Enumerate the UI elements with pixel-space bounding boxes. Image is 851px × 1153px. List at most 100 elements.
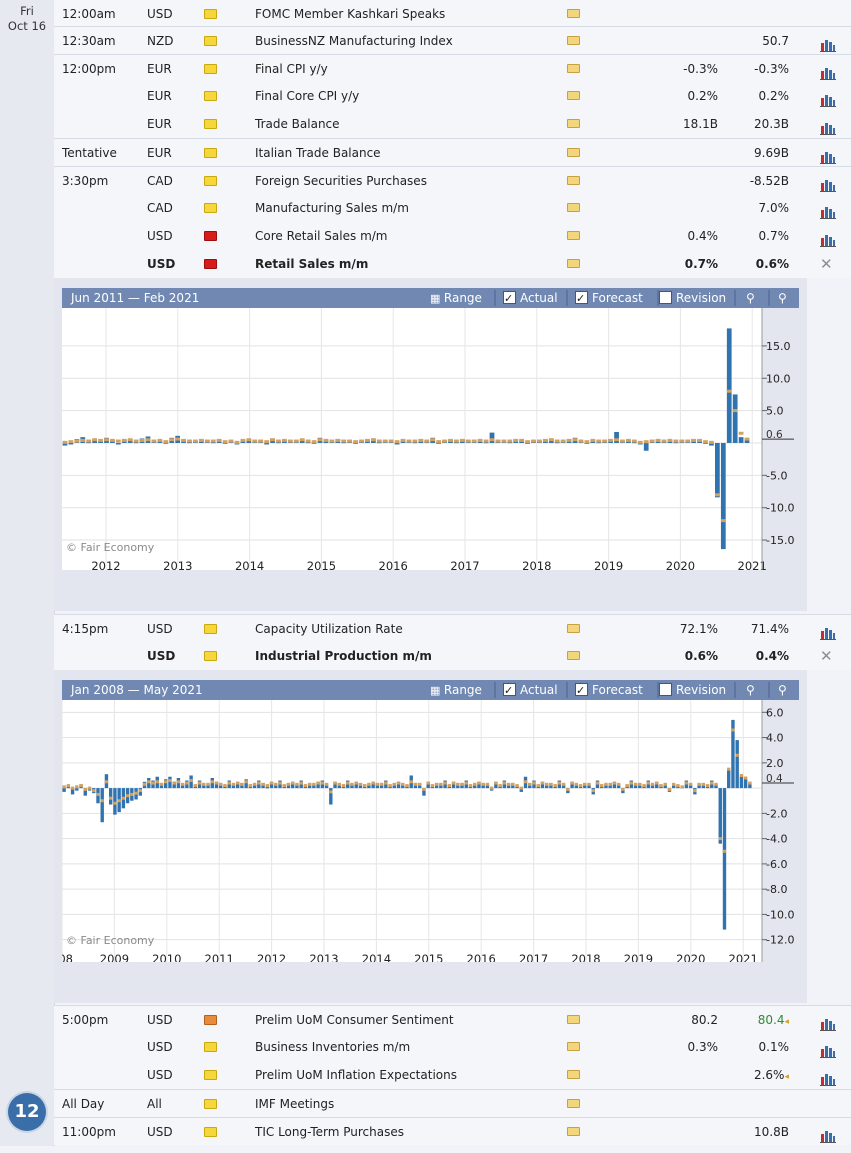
graph-icon[interactable] [820,146,836,164]
event-title[interactable]: IMF Meetings [255,1090,585,1118]
event-title[interactable]: Core Retail Sales m/m [255,222,585,250]
graph-icon[interactable] [820,1068,836,1086]
event-title[interactable]: Prelim UoM Inflation Expectations [255,1061,585,1089]
detail-folder-icon[interactable] [567,36,580,45]
event-title[interactable]: Capacity Utilization Rate [255,615,585,643]
detail-folder-icon[interactable] [567,203,580,212]
graph-icon[interactable] [820,174,836,192]
detail-folder-icon[interactable] [567,1127,580,1136]
event-row[interactable]: USD Business Inventories m/m 0.3% 0.1% [54,1033,851,1061]
impact-folder-icon[interactable] [204,1042,217,1052]
graph-icon[interactable] [820,201,836,219]
event-row[interactable]: EUR Final Core CPI y/y 0.2% 0.2% [54,82,851,110]
event-row[interactable]: 12:30am NZD BusinessNZ Manufacturing Index… [54,26,851,54]
event-row[interactable]: USD Retail Sales m/m 0.7% 0.6% ✕ [54,250,851,278]
detail-folder-icon[interactable] [567,1099,580,1108]
event-title[interactable]: Final CPI y/y [255,55,585,83]
checkbox[interactable] [659,291,672,304]
event-title[interactable]: Prelim UoM Consumer Sentiment [255,1006,585,1034]
zoom-out-icon[interactable]: ⚲ [778,288,787,308]
event-row[interactable]: USD Prelim UoM Inflation Expectations 2.6%… [54,1061,851,1089]
graph-icon[interactable] [820,89,836,107]
detail-folder-icon[interactable] [567,176,580,185]
chart-plot[interactable]: 2012 2013 2014 2015 2016 2017 2018 2019 2020 2021… [62,308,799,570]
chart-plot[interactable]: 008 2009 2010 2011 2012 2013 2014 2015 2016 2017 2… [62,700,799,962]
forecast-toggle[interactable]: Forecast [575,680,643,701]
zoom-in-icon[interactable]: ⚲ [746,288,755,308]
detail-folder-icon[interactable] [567,148,580,157]
graph-icon[interactable] [820,1040,836,1058]
zoom-out-icon[interactable]: ⚲ [778,680,787,700]
event-title[interactable]: Foreign Securities Purchases [255,167,585,195]
impact-folder-icon[interactable] [204,1070,217,1080]
checkbox[interactable] [575,289,588,309]
impact-folder-icon[interactable] [204,148,217,158]
detail-folder-icon[interactable] [567,91,580,100]
graph-icon[interactable] [820,62,836,80]
zoom-in-icon[interactable]: ⚲ [746,680,755,700]
checkbox[interactable] [575,681,588,701]
event-title[interactable]: Industrial Production m/m [255,642,585,670]
impact-folder-icon[interactable] [204,91,217,101]
detail-folder-icon[interactable] [567,651,580,660]
detail-folder-icon[interactable] [567,1042,580,1051]
impact-folder-icon[interactable] [204,36,217,46]
impact-folder-icon[interactable] [204,176,217,186]
impact-folder-icon[interactable] [204,624,217,634]
event-row[interactable]: Tentative EUR Italian Trade Balance 9.69B [54,138,851,166]
impact-folder-icon[interactable] [204,64,217,74]
event-row[interactable]: USD Industrial Production m/m 0.6% 0.4% ✕ [54,642,851,670]
event-row[interactable]: All Day All IMF Meetings [54,1089,851,1117]
impact-folder-icon[interactable] [204,119,217,129]
detail-folder-icon[interactable] [567,1070,580,1079]
checkbox[interactable] [659,683,672,696]
impact-folder-icon[interactable] [204,9,217,19]
event-title[interactable]: Trade Balance [255,110,585,138]
detail-folder-icon[interactable] [567,231,580,240]
event-title[interactable]: Manufacturing Sales m/m [255,194,585,222]
graph-icon[interactable] [820,117,836,135]
graph-icon[interactable] [820,622,836,640]
close-chart-icon[interactable]: ✕ [820,250,833,278]
impact-folder-icon[interactable] [204,1127,217,1137]
event-row[interactable]: USD Core Retail Sales m/m 0.4% 0.7% [54,222,851,250]
event-row[interactable]: 12:00pm EUR Final CPI y/y -0.3% -0.3% [54,54,851,82]
event-title[interactable]: TIC Long-Term Purchases [255,1118,585,1146]
graph-icon[interactable] [820,1125,836,1143]
graph-icon[interactable] [820,229,836,247]
impact-folder-icon[interactable] [204,203,217,213]
event-row[interactable]: 3:30pm CAD Foreign Securities Purchases -8.… [54,166,851,194]
graph-icon[interactable] [820,34,836,52]
revision-toggle[interactable]: Revision [659,288,726,308]
actual-toggle[interactable]: Actual [503,288,558,309]
event-title[interactable]: FOMC Member Kashkari Speaks [255,0,585,28]
event-row[interactable]: EUR Trade Balance 18.1B 20.3B [54,110,851,138]
impact-folder-icon[interactable] [204,651,217,661]
graph-icon[interactable] [820,1013,836,1031]
impact-folder-icon[interactable] [204,259,217,269]
checkbox[interactable] [503,681,516,701]
checkbox[interactable] [503,289,516,309]
event-row[interactable]: 12:00am USD FOMC Member Kashkari Speaks [54,0,851,28]
range-button[interactable]: ▦ Range [430,288,482,308]
notification-badge[interactable]: 12 [8,1093,46,1131]
detail-folder-icon[interactable] [567,1015,580,1024]
event-title[interactable]: BusinessNZ Manufacturing Index [255,27,585,55]
impact-folder-icon[interactable] [204,1015,217,1025]
forecast-toggle[interactable]: Forecast [575,288,643,309]
event-row[interactable]: 11:00pm USD TIC Long-Term Purchases 10.8B [54,1117,851,1145]
detail-folder-icon[interactable] [567,9,580,18]
detail-folder-icon[interactable] [567,624,580,633]
event-row[interactable]: CAD Manufacturing Sales m/m 7.0% [54,194,851,222]
event-title[interactable]: Retail Sales m/m [255,250,585,278]
event-title[interactable]: Italian Trade Balance [255,139,585,167]
event-title[interactable]: Business Inventories m/m [255,1033,585,1061]
event-row[interactable]: 4:15pm USD Capacity Utilization Rate 72.1% 7… [54,614,851,642]
range-button[interactable]: ▦ Range [430,680,482,700]
detail-folder-icon[interactable] [567,119,580,128]
impact-folder-icon[interactable] [204,1099,217,1109]
actual-toggle[interactable]: Actual [503,680,558,701]
close-chart-icon[interactable]: ✕ [820,642,833,670]
detail-folder-icon[interactable] [567,259,580,268]
detail-folder-icon[interactable] [567,64,580,73]
